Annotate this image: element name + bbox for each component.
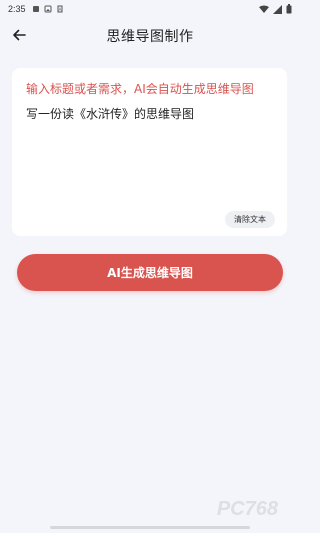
- clipboard-icon: A: [57, 5, 63, 13]
- status-left-icons: A: [32, 5, 64, 13]
- clear-text-button[interactable]: 清除文本: [225, 211, 275, 228]
- watermark-logo: PC768: [216, 498, 278, 520]
- prompt-input-value[interactable]: 写一份读《水浒传》的思维导图: [26, 105, 194, 122]
- page-title: 思维导图制作: [106, 29, 194, 45]
- status-right-icons: [259, 4, 292, 14]
- app-bar: 思维导图制作: [0, 18, 300, 54]
- back-arrow-icon: [13, 29, 26, 41]
- home-indicator: [50, 526, 250, 529]
- status-bar: 2:35 A: [0, 0, 300, 18]
- notification-icon: [32, 6, 39, 12]
- image-icon: [44, 5, 52, 13]
- signal-icon: [273, 4, 282, 14]
- wifi-icon: [259, 5, 269, 13]
- input-placeholder: 输入标题或者需求，AI会自动生成思维导图: [26, 82, 254, 96]
- generate-mindmap-button[interactable]: AI生成思维导图: [17, 254, 283, 291]
- status-time: 2:35: [8, 4, 26, 14]
- svg-text:A: A: [58, 7, 61, 12]
- prompt-input-card[interactable]: 输入标题或者需求，AI会自动生成思维导图 写一份读《水浒传》的思维导图 清除文本: [12, 68, 287, 236]
- back-button[interactable]: [8, 24, 30, 46]
- battery-icon: [286, 4, 292, 14]
